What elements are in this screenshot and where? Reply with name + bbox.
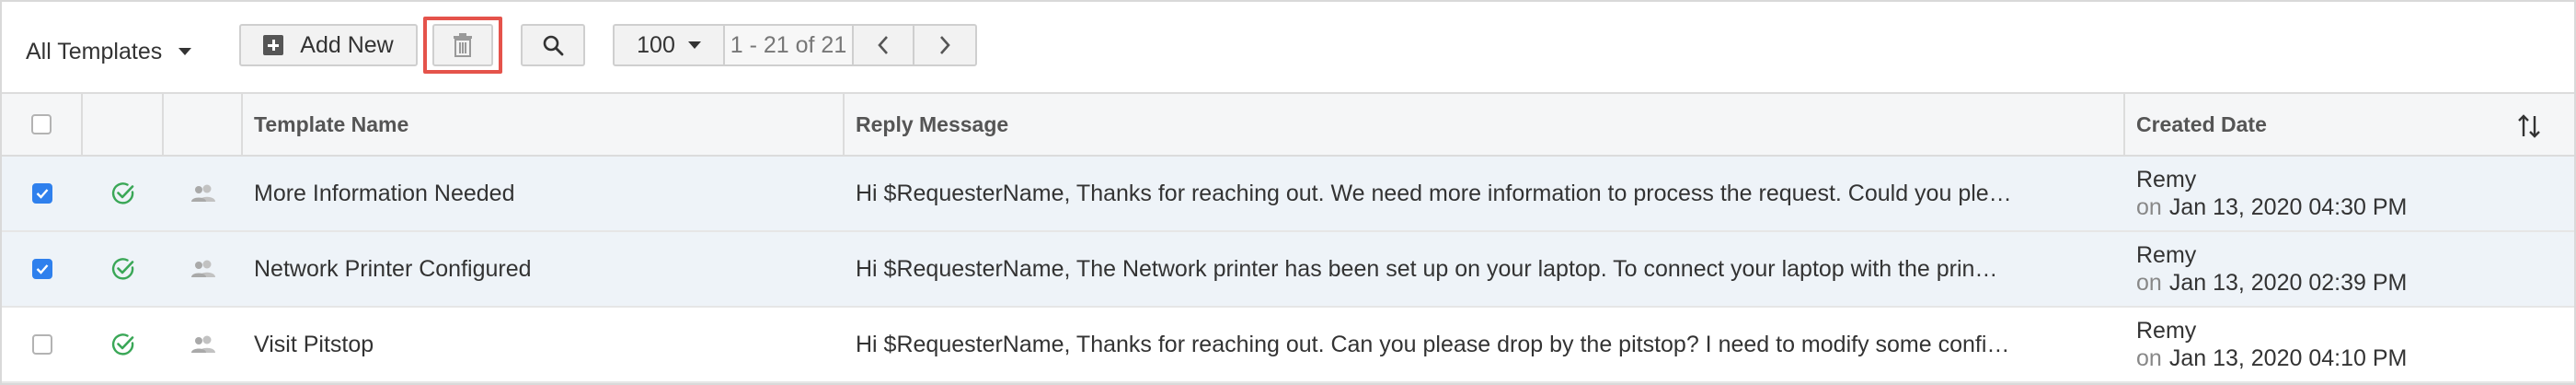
check-circle-icon [111, 182, 134, 204]
template-name-header-label: Template Name [254, 111, 409, 136]
status-column-header [83, 94, 164, 155]
select-all-checkbox[interactable] [31, 114, 52, 134]
shared-cell [164, 157, 243, 230]
chevron-left-icon [878, 36, 888, 54]
row-checkbox[interactable] [32, 334, 52, 355]
row-checkbox[interactable] [32, 259, 52, 279]
shared-cell [164, 308, 243, 381]
reply-message: Hi $RequesterName, The Network printer h… [856, 255, 1998, 282]
template-filter-label: All Templates [26, 38, 163, 64]
check-circle-icon [111, 333, 134, 356]
templates-panel: All Templates Add New 100 1 - 21 of 21 T… [0, 0, 2576, 385]
created-at: Jan 13, 2020 04:10 PM [2168, 345, 2408, 371]
table-header: Template Name Reply Message Created Date [2, 92, 2574, 157]
status-cell [83, 157, 164, 230]
page-range-text: 1 - 21 of 21 [730, 31, 847, 58]
chevron-right-icon [940, 36, 950, 54]
template-name[interactable]: Network Printer Configured [254, 256, 532, 283]
delete-highlight [423, 17, 502, 74]
shared-cell [164, 232, 243, 306]
trash-icon [454, 33, 472, 57]
template-name[interactable]: More Information Needed [254, 181, 514, 207]
status-cell [83, 308, 164, 381]
created-date-header[interactable]: Created Date [2125, 94, 2574, 155]
page-size-dropdown[interactable]: 100 [615, 26, 725, 64]
on-label: on [2136, 194, 2162, 220]
search-button[interactable] [521, 24, 585, 66]
check-circle-icon [111, 258, 134, 280]
created-at: Jan 13, 2020 04:30 PM [2168, 194, 2408, 220]
previous-page-button[interactable] [854, 26, 914, 64]
checkmark-icon [36, 264, 49, 274]
created-date-header-label: Created Date [2136, 111, 2267, 136]
table-row[interactable]: Visit Pitstop Hi $RequesterName, Thanks … [2, 308, 2574, 383]
created-by: Remy [2136, 242, 2197, 268]
search-icon [543, 35, 564, 56]
created-at: Jan 13, 2020 02:39 PM [2168, 270, 2408, 296]
on-label: on [2136, 270, 2162, 296]
created-date-cell: Remy on Jan 13, 2020 04:30 PM [2125, 157, 2574, 230]
template-name-header[interactable]: Template Name [243, 94, 845, 155]
reply-message-cell: Hi $RequesterName, Thanks for reaching o… [845, 308, 2125, 381]
select-all-cell [2, 94, 83, 155]
template-name[interactable]: Visit Pitstop [254, 332, 374, 358]
reply-message-cell: Hi $RequesterName, The Network printer h… [845, 232, 2125, 306]
row-select-cell [2, 157, 83, 230]
reply-message: Hi $RequesterName, Thanks for reaching o… [856, 331, 2010, 357]
add-new-button[interactable]: Add New [239, 24, 418, 66]
toolbar: All Templates Add New 100 1 - 21 of 21 [2, 2, 2574, 92]
on-label: on [2136, 345, 2162, 371]
reply-message-cell: Hi $RequesterName, Thanks for reaching o… [845, 157, 2125, 230]
pagination: 100 1 - 21 of 21 [613, 24, 977, 66]
created-by: Remy [2136, 318, 2197, 344]
shared-column-header [164, 94, 243, 155]
next-page-button[interactable] [914, 26, 975, 64]
row-select-cell [2, 232, 83, 306]
template-name-cell: Visit Pitstop [243, 308, 845, 381]
reply-message-header[interactable]: Reply Message [845, 94, 2125, 155]
row-select-cell [2, 308, 83, 381]
page-size-value: 100 [637, 31, 675, 58]
group-icon [191, 260, 215, 277]
delete-button[interactable] [432, 24, 493, 66]
created-at-line: on Jan 13, 2020 04:10 PM [2136, 344, 2407, 372]
group-icon [191, 335, 215, 353]
page-range: 1 - 21 of 21 [725, 26, 854, 64]
caret-down-icon [687, 41, 701, 49]
template-name-cell: Network Printer Configured [243, 232, 845, 306]
created-by: Remy [2136, 167, 2197, 192]
template-name-cell: More Information Needed [243, 157, 845, 230]
template-filter-dropdown[interactable]: All Templates [26, 33, 192, 70]
reply-message-header-label: Reply Message [856, 111, 1009, 136]
checkmark-icon [36, 189, 49, 199]
row-checkbox[interactable] [32, 183, 52, 204]
table-row[interactable]: Network Printer Configured Hi $Requester… [2, 232, 2574, 308]
created-date-cell: Remy on Jan 13, 2020 02:39 PM [2125, 232, 2574, 306]
plus-square-icon [263, 35, 284, 55]
add-new-label: Add New [300, 31, 394, 58]
reply-message: Hi $RequesterName, Thanks for reaching o… [856, 180, 2012, 206]
caret-down-icon [178, 48, 192, 55]
table-row[interactable]: More Information Needed Hi $RequesterNam… [2, 157, 2574, 232]
created-at-line: on Jan 13, 2020 04:30 PM [2136, 193, 2407, 221]
group-icon [191, 184, 215, 202]
created-at-line: on Jan 13, 2020 02:39 PM [2136, 269, 2407, 297]
created-date-cell: Remy on Jan 13, 2020 04:10 PM [2125, 308, 2574, 381]
status-cell [83, 232, 164, 306]
sort-icon[interactable] [2515, 112, 2543, 140]
